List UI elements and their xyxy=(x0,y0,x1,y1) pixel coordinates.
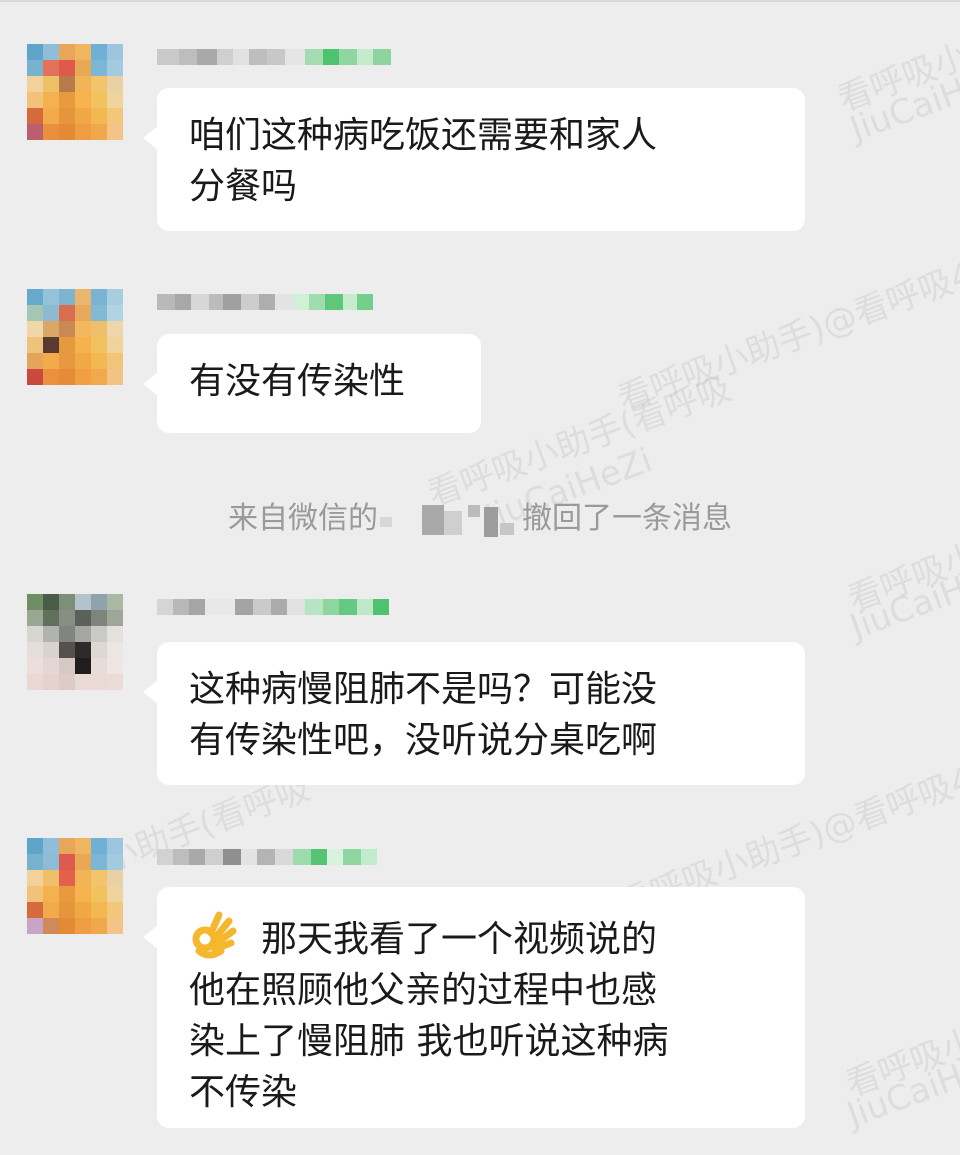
watermark: 看呼吸小 xyxy=(842,536,960,621)
message-text: 有没有传染性 xyxy=(189,361,406,402)
watermark: 看呼吸小助手)@看呼吸43 xyxy=(612,246,960,421)
message-text: 不传染 xyxy=(189,1072,298,1113)
avatar[interactable] xyxy=(27,289,123,385)
message-text: 那天我看了一个视频说的 xyxy=(261,919,658,960)
sender-name-blurred xyxy=(157,291,373,313)
message-bubble[interactable]: 咱们这种病吃饭还需要和家人 分餐吗 xyxy=(143,88,805,231)
sender-name-blurred xyxy=(157,46,391,68)
message-bubble[interactable]: 有没有传染性 xyxy=(143,334,481,433)
recalled-user-blurred xyxy=(380,503,520,537)
watermark: JiuCaiHe xyxy=(845,561,960,648)
message-text: 染上了慢阻肺 我也听说这种病 xyxy=(189,1021,669,1062)
sender-name-blurred xyxy=(157,596,389,618)
recall-suffix: 撤回了一条消息 xyxy=(522,501,732,536)
avatar[interactable] xyxy=(27,44,123,140)
watermark: JiuCaiHeZi xyxy=(845,52,960,150)
message-text: 有传染性吧，没听说分桌吃啊 xyxy=(189,720,658,761)
watermark: 看呼吸小助手(看呼吸43 xyxy=(832,0,960,121)
watermark: 看呼吸小 xyxy=(840,1021,960,1106)
ok-hand-emoji-icon xyxy=(192,911,237,959)
avatar[interactable] xyxy=(27,594,123,690)
top-divider xyxy=(0,0,960,2)
sender-name-blurred xyxy=(157,846,377,868)
recall-prefix: 来自微信的 xyxy=(228,501,378,536)
message-text: 他在照顾他父亲的过程中也感 xyxy=(189,970,658,1011)
message-text: 这种病慢阻肺不是吗？可能没 xyxy=(189,669,658,710)
message-bubble[interactable]: 那天我看了一个视频说的 他在照顾他父亲的过程中也感 染上了慢阻肺 我也听说这种病… xyxy=(143,887,805,1128)
watermark: JiuCaiHe xyxy=(842,1049,960,1136)
message-bubble[interactable]: 这种病慢阻肺不是吗？可能没 有传染性吧，没听说分桌吃啊 xyxy=(143,642,805,785)
avatar[interactable] xyxy=(27,838,123,934)
message-text: 分餐吗 xyxy=(189,166,298,207)
recall-notice: 来自微信的 撤回了一条消息 xyxy=(0,497,960,541)
message-text: 咱们这种病吃饭还需要和家人 xyxy=(189,115,658,156)
